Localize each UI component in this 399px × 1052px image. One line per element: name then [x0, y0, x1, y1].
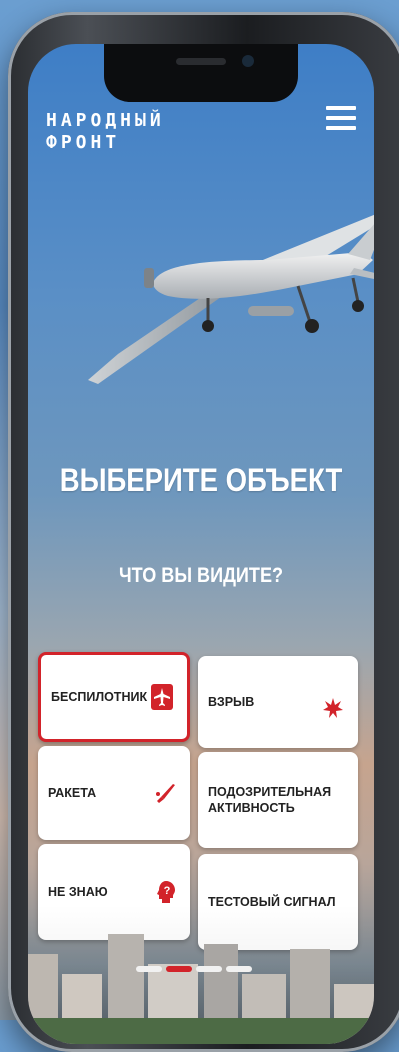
airplane-icon	[151, 684, 173, 710]
pager-dot-1[interactable]	[136, 966, 162, 972]
pager-dot-3[interactable]	[196, 966, 222, 972]
svg-text:?: ?	[164, 885, 171, 897]
page-title: ВЫБЕРИТЕ ОБЪЕКТ	[59, 462, 343, 498]
logo-line-2: ФРОНТ	[46, 132, 121, 153]
option-label: БЕСПИЛОТНИК	[51, 690, 148, 704]
hamburger-menu-icon[interactable]	[326, 106, 356, 132]
option-label: ПОДОЗРИТЕЛЬНАЯ АКТИВНОСТЬ	[208, 785, 332, 815]
question-head-icon: ?	[157, 881, 175, 903]
front-camera	[242, 55, 254, 67]
explosion-icon	[323, 698, 343, 718]
logo-line-1: НАРОДНЫЙ	[46, 110, 165, 131]
menu-bar	[326, 106, 356, 110]
speaker-grille	[176, 58, 226, 65]
app-logo[interactable]: НАРОДНЫЙ ФРОНТ	[46, 110, 165, 154]
menu-bar	[326, 116, 356, 120]
app-screen: НАРОДНЫЙ ФРОНТ ВЫБЕРИТЕ ОБЪЕКТ ЧТО ВЫ ВИ…	[28, 44, 374, 1044]
option-explosion-button[interactable]: ВЗРЫВ	[198, 656, 358, 748]
phone-frame: НАРОДНЫЙ ФРОНТ ВЫБЕРИТЕ ОБЪЕКТ ЧТО ВЫ ВИ…	[8, 12, 399, 1052]
pager-dot-4[interactable]	[226, 966, 252, 972]
pager-dot-2[interactable]	[166, 966, 192, 972]
page-subtitle: ЧТО ВЫ ВИДИТЕ?	[118, 564, 284, 587]
option-missile-button[interactable]: РАКЕТА	[38, 746, 190, 840]
missile-icon	[156, 784, 175, 803]
option-drone-button[interactable]: БЕСПИЛОТНИК	[38, 652, 190, 742]
option-label: РАКЕТА	[48, 786, 97, 800]
drone-illustration	[88, 214, 374, 384]
menu-bar	[326, 126, 356, 130]
city-skyline-background	[28, 904, 374, 1044]
phone-notch	[104, 44, 298, 102]
option-suspicious-activity-button[interactable]: ПОДОЗРИТЕЛЬНАЯ АКТИВНОСТЬ	[198, 752, 358, 848]
option-label: ВЗРЫВ	[208, 695, 255, 709]
